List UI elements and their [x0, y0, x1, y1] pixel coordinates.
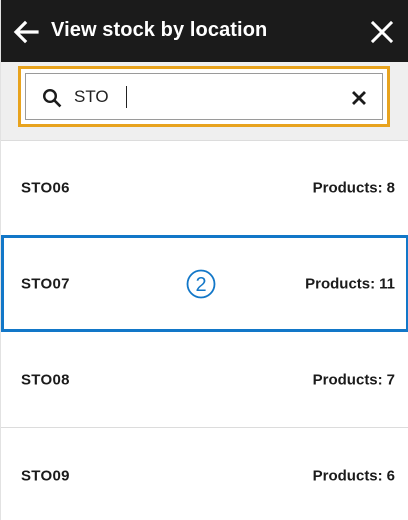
- search-field-focus-ring: [18, 66, 390, 127]
- back-button[interactable]: [11, 17, 41, 47]
- search-input[interactable]: [74, 83, 344, 111]
- products-count: Products: 6: [312, 467, 395, 484]
- text-cursor: [126, 86, 127, 108]
- location-code: STO06: [21, 179, 70, 197]
- close-icon: [370, 20, 394, 44]
- location-list: STO06 Products: 8 STO07 2 Products: 11 STO…: [1, 140, 408, 520]
- arrow-left-icon: [13, 20, 39, 44]
- search-field[interactable]: [25, 73, 383, 120]
- step-number-badge: 2: [186, 269, 216, 298]
- products-count: Products: 8: [312, 179, 395, 197]
- search-icon: [42, 88, 62, 108]
- step-number: 2: [195, 274, 206, 296]
- products-count: Products: 11: [305, 275, 395, 292]
- close-button[interactable]: [369, 19, 395, 45]
- location-row-sto08[interactable]: STO08 Products: 7: [1, 332, 408, 428]
- location-code: STO09: [21, 467, 70, 484]
- view-stock-panel: View stock by location STO STO06 Product…: [0, 0, 408, 520]
- page-title: View stock by location: [51, 19, 268, 41]
- location-row-sto07[interactable]: STO07 2 Products: 11: [1, 235, 408, 332]
- search-area: [1, 62, 408, 140]
- clear-icon: [352, 91, 366, 105]
- products-count: Products: 7: [312, 371, 395, 388]
- location-row-sto06[interactable]: STO06 Products: 8: [1, 140, 408, 236]
- location-code: STO07: [21, 275, 70, 292]
- location-code: STO08: [21, 371, 70, 388]
- location-row-sto09[interactable]: STO09 Products: 6: [1, 428, 408, 520]
- clear-search-button[interactable]: [350, 89, 368, 107]
- header-bar: View stock by location: [1, 0, 408, 62]
